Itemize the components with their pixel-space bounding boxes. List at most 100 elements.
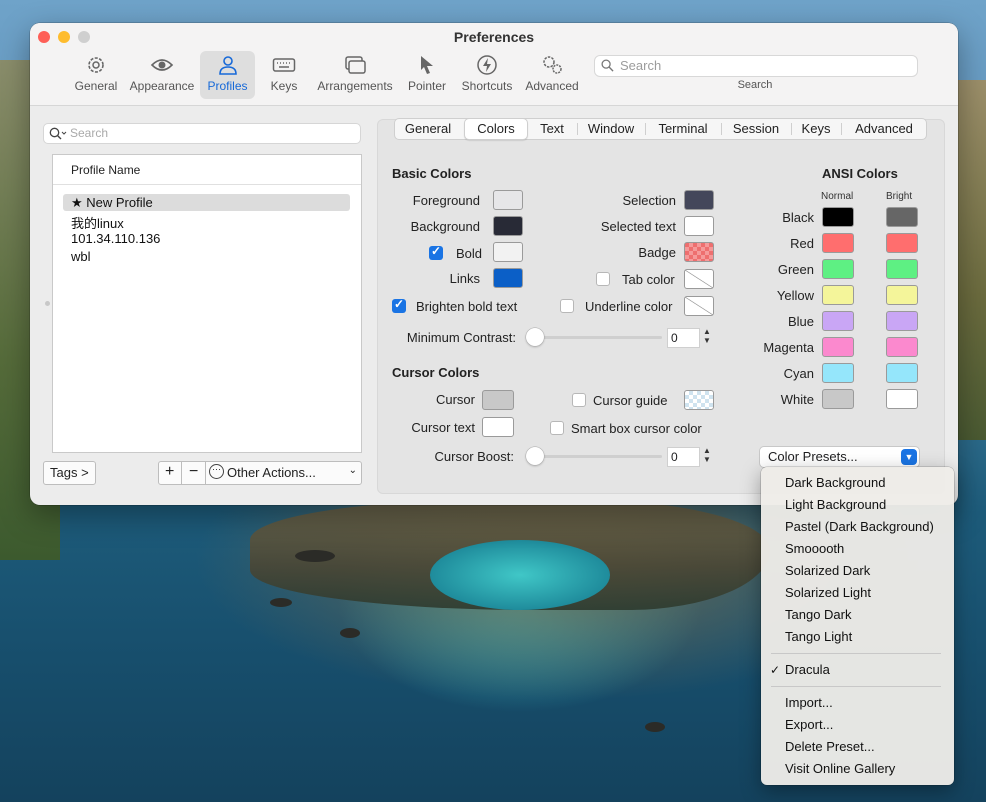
- menu-item-preset[interactable]: Light Background: [785, 497, 886, 512]
- toolbar-pointer[interactable]: Pointer: [405, 51, 449, 99]
- search-icon: [601, 59, 614, 72]
- remove-profile-button[interactable]: −: [181, 461, 206, 485]
- foreground-color-well[interactable]: [493, 190, 523, 210]
- underline-color-checkbox[interactable]: [560, 299, 574, 313]
- ansi-magenta-bright-well[interactable]: [886, 337, 918, 357]
- tab-label: General: [404, 121, 452, 136]
- tab-label: Session: [732, 121, 780, 136]
- cursor-label: Cursor: [435, 392, 475, 407]
- foreground-label: Foreground: [412, 193, 480, 208]
- toolbar-keys[interactable]: Keys: [265, 51, 303, 99]
- ansi-magenta-normal-well[interactable]: [822, 337, 854, 357]
- cursor-text-color-well[interactable]: [482, 417, 514, 437]
- ansi-black-bright-well[interactable]: [886, 207, 918, 227]
- toolbar-general[interactable]: General: [72, 51, 120, 99]
- menu-item-preset-dracula[interactable]: Dracula: [785, 662, 830, 677]
- ansi-magenta-label: Magenta: [763, 340, 814, 355]
- tab-terminal[interactable]: Terminal: [646, 119, 720, 139]
- keyboard-icon: [272, 58, 296, 72]
- tab-advanced[interactable]: Advanced: [842, 119, 926, 139]
- badge-label: Badge: [638, 245, 676, 260]
- toolbar-arrangements[interactable]: Arrangements: [316, 51, 394, 99]
- ansi-cyan-bright-well[interactable]: [886, 363, 918, 383]
- cursor-boost-slider[interactable]: [526, 447, 544, 465]
- tab-color-well[interactable]: [684, 269, 714, 289]
- profile-row[interactable]: 101.34.110.136: [63, 230, 350, 247]
- bold-color-well[interactable]: [493, 242, 523, 262]
- ansi-white-normal-well[interactable]: [822, 389, 854, 409]
- badge-color-well[interactable]: [684, 242, 714, 262]
- menu-item-visit-gallery[interactable]: Visit Online Gallery: [785, 761, 895, 776]
- menu-item-export[interactable]: Export...: [785, 717, 833, 732]
- links-color-well[interactable]: [493, 268, 523, 288]
- tab-window[interactable]: Window: [578, 119, 644, 139]
- background-color-well[interactable]: [493, 216, 523, 236]
- menu-item-preset[interactable]: Solarized Dark: [785, 563, 870, 578]
- preferences-window: Preferences General Appearance Profiles …: [30, 23, 958, 505]
- smart-box-cursor-checkbox[interactable]: [550, 421, 564, 435]
- search-icon: [49, 127, 67, 140]
- chevron-down-icon: ▼: [901, 449, 917, 465]
- tab-general[interactable]: General: [395, 119, 461, 139]
- ansi-green-bright-well[interactable]: [886, 259, 918, 279]
- cursor-boost-stepper[interactable]: ▲ ▼: [701, 446, 713, 466]
- ansi-cyan-normal-well[interactable]: [822, 363, 854, 383]
- split-handle[interactable]: [45, 301, 50, 306]
- menu-item-preset[interactable]: Pastel (Dark Background): [785, 519, 934, 534]
- profile-name: 101.34.110.136: [71, 231, 161, 246]
- add-profile-button[interactable]: +: [158, 461, 182, 485]
- tab-session[interactable]: Session: [722, 119, 790, 139]
- profile-search-input[interactable]: Search: [43, 123, 361, 144]
- ansi-red-label: Red: [790, 236, 814, 251]
- tags-button[interactable]: Tags >: [43, 461, 96, 485]
- selection-color-well[interactable]: [684, 190, 714, 210]
- underline-color-well[interactable]: [684, 296, 714, 316]
- menu-item-preset[interactable]: Tango Dark: [785, 607, 851, 622]
- bold-label: Bold: [455, 246, 482, 261]
- tab-text[interactable]: Text: [528, 119, 576, 139]
- ansi-yellow-label: Yellow: [776, 288, 814, 303]
- toolbar-search-input[interactable]: Search: [594, 55, 918, 77]
- menu-item-delete-preset[interactable]: Delete Preset...: [785, 739, 875, 754]
- profile-row[interactable]: 我的linux: [63, 212, 350, 231]
- tab-colors[interactable]: Colors: [464, 118, 528, 140]
- ansi-blue-normal-well[interactable]: [822, 311, 854, 331]
- toolbar-appearance[interactable]: Appearance: [128, 51, 196, 99]
- tab-keys[interactable]: Keys: [792, 119, 840, 139]
- ansi-red-bright-well[interactable]: [886, 233, 918, 253]
- toolbar-profiles[interactable]: Profiles: [200, 51, 255, 99]
- profile-list-header[interactable]: Profile Name: [53, 155, 361, 185]
- color-presets-label: Color Presets...: [768, 449, 858, 464]
- minimum-contrast-slider[interactable]: [526, 328, 544, 346]
- brighten-bold-checkbox[interactable]: [392, 297, 406, 313]
- cursor-color-well[interactable]: [482, 390, 514, 410]
- menu-item-import[interactable]: Import...: [785, 695, 833, 710]
- ansi-red-normal-well[interactable]: [822, 233, 854, 253]
- minimum-contrast-stepper[interactable]: ▲ ▼: [701, 327, 713, 347]
- checkmark-icon: ✓: [770, 663, 781, 677]
- profile-list[interactable]: Profile Name ★ New Profile 我的linux 101.3…: [52, 154, 362, 453]
- ansi-blue-bright-well[interactable]: [886, 311, 918, 331]
- profile-row[interactable]: ★ New Profile: [63, 194, 350, 211]
- ansi-yellow-normal-well[interactable]: [822, 285, 854, 305]
- menu-item-preset[interactable]: Tango Light: [785, 629, 852, 644]
- profile-row[interactable]: wbl: [63, 248, 350, 265]
- ansi-black-normal-well[interactable]: [822, 207, 854, 227]
- selected-text-color-well[interactable]: [684, 216, 714, 236]
- color-presets-dropdown[interactable]: Color Presets... ▼: [759, 446, 920, 468]
- tab-color-checkbox[interactable]: [596, 272, 610, 286]
- menu-item-preset[interactable]: Smooooth: [785, 541, 844, 556]
- minimum-contrast-field[interactable]: 0: [667, 328, 700, 348]
- toolbar-advanced[interactable]: Advanced: [524, 51, 580, 99]
- other-actions-dropdown[interactable]: ··· Other Actions... ⌄: [205, 461, 362, 485]
- menu-item-preset[interactable]: Dark Background: [785, 475, 885, 490]
- toolbar-shortcuts[interactable]: Shortcuts: [458, 51, 516, 99]
- ansi-white-bright-well[interactable]: [886, 389, 918, 409]
- cursor-boost-field[interactable]: 0: [667, 447, 700, 467]
- cursor-guide-color-well[interactable]: [684, 390, 714, 410]
- ansi-green-normal-well[interactable]: [822, 259, 854, 279]
- cursor-guide-checkbox[interactable]: [572, 393, 586, 407]
- ansi-yellow-bright-well[interactable]: [886, 285, 918, 305]
- menu-item-preset[interactable]: Solarized Light: [785, 585, 871, 600]
- toolbar-search-label: Search: [737, 79, 773, 91]
